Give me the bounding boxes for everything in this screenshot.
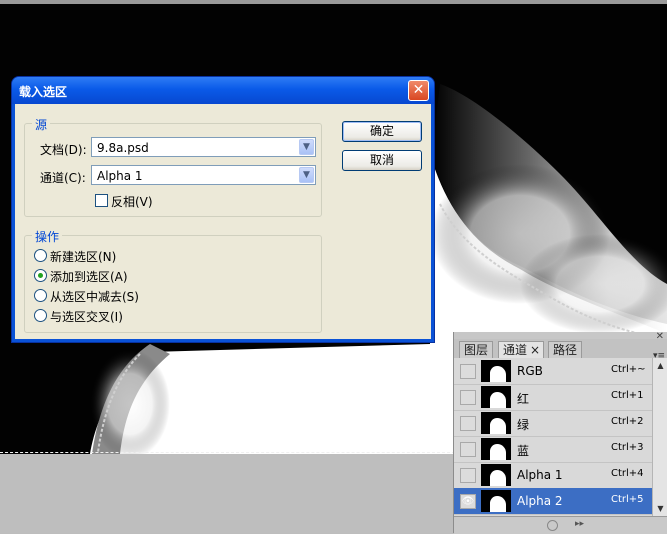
- channel-thumbnail: [481, 412, 511, 434]
- radio-add-to-selection-label[interactable]: 添加到选区(A): [50, 268, 128, 285]
- channel-shortcut: Ctrl+5: [611, 494, 644, 505]
- document-select[interactable]: 9.8a.psd ▼: [91, 137, 316, 157]
- document-label: 文档(D):: [40, 143, 87, 157]
- channel-row-green[interactable]: 绿 Ctrl+2: [454, 410, 652, 437]
- chevron-down-icon[interactable]: ▼: [299, 167, 314, 183]
- invert-checkbox[interactable]: [95, 194, 108, 207]
- radio-subtract-label[interactable]: 从选区中减去(S): [50, 288, 139, 305]
- radio-subtract-from-selection[interactable]: [34, 289, 47, 302]
- channel-name: 红: [517, 392, 530, 406]
- document-select-value: 9.8a.psd: [97, 141, 149, 155]
- channel-list: RGB Ctrl+~ 红 Ctrl+1 绿 Ctrl+2 蓝 Ctrl+3 Al…: [454, 358, 652, 516]
- channel-shortcut: Ctrl+~: [611, 364, 646, 375]
- channel-thumbnail: [481, 386, 511, 408]
- channel-row-alpha-2[interactable]: 👁 Alpha 2 Ctrl+5: [454, 488, 652, 515]
- visibility-toggle[interactable]: [460, 364, 476, 379]
- operation-group-legend: 操作: [32, 228, 63, 245]
- channel-row-rgb[interactable]: RGB Ctrl+~: [454, 358, 652, 385]
- channel-row-alpha-1[interactable]: Alpha 1 Ctrl+4: [454, 462, 652, 489]
- visibility-toggle[interactable]: [460, 390, 476, 405]
- panel-scrollbar[interactable]: ▲ ▼: [652, 358, 667, 516]
- radio-add-to-selection[interactable]: [34, 269, 47, 282]
- radio-intersect-selection[interactable]: [34, 309, 47, 322]
- radio-new-selection-label[interactable]: 新建选区(N): [50, 248, 116, 265]
- channel-row-blue[interactable]: 蓝 Ctrl+3: [454, 436, 652, 463]
- dialog-titlebar[interactable]: 载入选区 ✕: [12, 77, 434, 104]
- chevron-down-icon[interactable]: ▼: [299, 139, 314, 155]
- channel-shortcut: Ctrl+4: [611, 468, 644, 479]
- channel-shortcut: Ctrl+3: [611, 442, 644, 453]
- channel-thumbnail: [481, 360, 511, 382]
- invert-label[interactable]: 反相(V): [111, 193, 153, 210]
- eye-icon[interactable]: 👁: [460, 494, 476, 509]
- radio-new-selection[interactable]: [34, 249, 47, 262]
- channel-thumbnail: [481, 464, 511, 486]
- tab-channels-label: 通道: [503, 343, 528, 357]
- load-channel-as-selection-icon[interactable]: [547, 520, 558, 531]
- tab-channels[interactable]: 通道 ×: [498, 341, 545, 359]
- channel-name: Alpha 1: [517, 468, 563, 482]
- channel-name: 蓝: [517, 444, 530, 458]
- channel-select-value: Alpha 1: [97, 169, 143, 183]
- close-button[interactable]: ✕: [408, 80, 429, 101]
- ok-button[interactable]: 确定: [342, 121, 422, 142]
- channel-name: Alpha 2: [517, 494, 563, 508]
- scroll-down-icon[interactable]: ▼: [654, 502, 667, 515]
- panel-header-bar[interactable]: [454, 332, 667, 339]
- channel-select[interactable]: Alpha 1 ▼: [91, 165, 316, 185]
- tab-paths[interactable]: 路径: [548, 341, 583, 358]
- operation-group: 操作 新建选区(N) 添加到选区(A) 从选区中减去(S) 与选区交叉(I): [24, 228, 322, 333]
- radio-intersect-label[interactable]: 与选区交叉(I): [50, 308, 123, 325]
- channel-thumbnail: [481, 438, 511, 460]
- visibility-toggle[interactable]: [460, 468, 476, 483]
- channel-shortcut: Ctrl+2: [611, 416, 644, 427]
- tab-close-icon[interactable]: ×: [530, 342, 540, 358]
- source-group-legend: 源: [32, 116, 51, 133]
- load-selection-dialog: 载入选区 ✕ 源 文档(D): 9.8a.psd ▼ 通道(C): Alpha …: [12, 77, 434, 342]
- panel-tabs: 图层 通道 × 路径 ▾≡: [454, 339, 667, 361]
- dialog-body: 源 文档(D): 9.8a.psd ▼ 通道(C): Alpha 1 ▼ 反相(…: [15, 104, 431, 339]
- dialog-title: 载入选区: [19, 85, 68, 99]
- channel-thumbnail: [481, 490, 511, 512]
- selection-marquee-edge: [0, 452, 455, 453]
- visibility-toggle[interactable]: [460, 416, 476, 431]
- scroll-up-icon[interactable]: ▲: [654, 359, 667, 372]
- channel-name: 绿: [517, 418, 530, 432]
- cancel-button[interactable]: 取消: [342, 150, 422, 171]
- channel-row-red[interactable]: 红 Ctrl+1: [454, 384, 652, 411]
- visibility-toggle[interactable]: [460, 442, 476, 457]
- source-group: 源 文档(D): 9.8a.psd ▼ 通道(C): Alpha 1 ▼ 反相(…: [24, 116, 322, 217]
- channels-panel: ✕ 图层 通道 × 路径 ▾≡ RGB Ctrl+~ 红 Ctrl+1 绿 Ct…: [453, 331, 667, 534]
- channel-label: 通道(C):: [40, 171, 86, 185]
- channel-name: RGB: [517, 364, 543, 378]
- channel-shortcut: Ctrl+1: [611, 390, 644, 401]
- tab-layers[interactable]: 图层: [459, 341, 494, 358]
- close-icon: ✕: [412, 82, 425, 98]
- panel-footer: ▸▸: [454, 516, 667, 534]
- resize-grip-icon[interactable]: ▸▸: [575, 519, 584, 529]
